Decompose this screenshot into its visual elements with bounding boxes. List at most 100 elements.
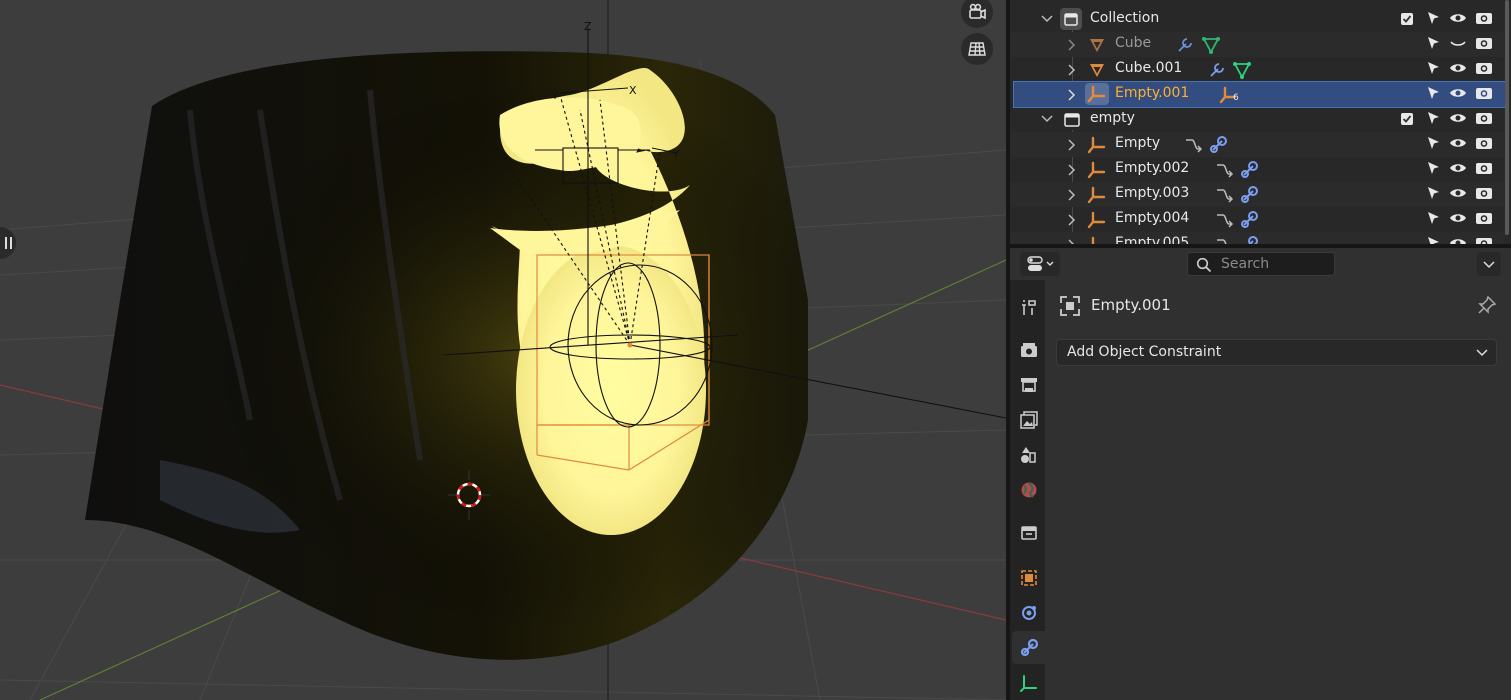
expand-chevron-icon[interactable]: [1067, 39, 1077, 51]
constraint-relation-icon[interactable]: [1214, 210, 1234, 230]
outliner-label: Cube: [1115, 35, 1152, 51]
expand-chevron-icon[interactable]: [1067, 139, 1077, 151]
visibility-eye-icon[interactable]: [1449, 160, 1467, 178]
tab-render[interactable]: [1012, 333, 1045, 366]
outliner-label: Empty.002: [1115, 160, 1190, 176]
hidden-eye-icon[interactable]: [1449, 35, 1467, 53]
render-camera-icon[interactable]: [1475, 160, 1493, 178]
outliner-label: Empty.005: [1115, 235, 1190, 244]
axis-z-label: Z: [584, 20, 592, 33]
mesh-data-icon[interactable]: [1201, 35, 1221, 55]
selectable-arrow-icon[interactable]: [1425, 185, 1443, 203]
outliner-row-empty-003[interactable]: Empty.003: [1010, 182, 1505, 207]
visibility-eye-icon[interactable]: [1449, 85, 1467, 103]
visibility-eye-icon[interactable]: [1449, 135, 1467, 153]
render-camera-icon[interactable]: [1475, 110, 1493, 128]
tab-object-constraint[interactable]: [1012, 631, 1045, 664]
visibility-eye-icon[interactable]: [1449, 10, 1467, 28]
wrench-icon[interactable]: [1207, 60, 1227, 80]
selectable-arrow-icon[interactable]: [1425, 10, 1443, 28]
selectable-arrow-icon[interactable]: [1425, 135, 1443, 153]
constraint-relation-icon[interactable]: [1214, 185, 1234, 205]
editor-type-menu[interactable]: [1020, 252, 1060, 276]
add-object-constraint-dropdown[interactable]: Add Object Constraint: [1056, 339, 1497, 366]
render-camera-icon[interactable]: [1475, 85, 1493, 103]
search-input[interactable]: Search: [1187, 252, 1335, 276]
outliner-panel[interactable]: Collection Cube Cube.001 Empty.001 6 emp…: [1010, 0, 1511, 244]
tab-tool[interactable]: [1012, 290, 1045, 323]
outliner-row-empty-collection[interactable]: empty: [1010, 107, 1505, 132]
outliner-row-empty[interactable]: Empty: [1010, 132, 1505, 157]
options-dropdown[interactable]: [1477, 252, 1501, 276]
constraint-relation-icon[interactable]: [1214, 235, 1234, 244]
visibility-eye-icon[interactable]: [1449, 60, 1467, 78]
expand-chevron-icon[interactable]: [1067, 214, 1077, 226]
constraint-relation-icon[interactable]: [1183, 135, 1203, 155]
exclude-checkbox[interactable]: [1400, 110, 1418, 128]
collection-icon: [1062, 110, 1082, 130]
visibility-eye-icon[interactable]: [1449, 110, 1467, 128]
grid-view-icon[interactable]: [961, 33, 993, 65]
object-constraint-icon[interactable]: [1208, 135, 1228, 155]
viewport-scene[interactable]: Z X Y Y: [0, 0, 1006, 700]
tab-view-layer[interactable]: [1012, 403, 1045, 436]
visibility-eye-icon[interactable]: [1449, 235, 1467, 244]
empty-object-icon: [1085, 83, 1109, 105]
selectable-arrow-icon[interactable]: [1425, 35, 1443, 53]
selectable-arrow-icon[interactable]: [1425, 110, 1443, 128]
outliner-row-cube-001[interactable]: Cube.001: [1010, 57, 1505, 82]
selectable-arrow-icon[interactable]: [1425, 60, 1443, 78]
physics-icon: [1021, 605, 1036, 620]
object-constraint-icon[interactable]: [1239, 185, 1259, 205]
expand-chevron-icon[interactable]: [1067, 64, 1077, 76]
expand-chevron-icon[interactable]: [1067, 189, 1077, 201]
pin-icon[interactable]: [1477, 295, 1497, 319]
selectable-arrow-icon[interactable]: [1425, 160, 1443, 178]
exclude-checkbox[interactable]: [1400, 10, 1418, 28]
visibility-eye-icon[interactable]: [1449, 210, 1467, 228]
render-camera-icon[interactable]: [1475, 60, 1493, 78]
render-camera-icon[interactable]: [1475, 235, 1493, 244]
render-camera-icon[interactable]: [1475, 185, 1493, 203]
wrench-icon[interactable]: [1175, 35, 1195, 55]
object-constraint-icon[interactable]: [1239, 235, 1259, 244]
outliner-row-empty-005[interactable]: Empty.005: [1010, 232, 1505, 244]
tab-object-data[interactable]: [1012, 666, 1045, 699]
tab-object[interactable]: [1012, 561, 1045, 594]
render-camera-icon[interactable]: [1475, 35, 1493, 53]
selectable-arrow-icon[interactable]: [1425, 85, 1443, 103]
mesh-data-icon[interactable]: [1232, 60, 1252, 80]
expand-chevron-icon[interactable]: [1067, 164, 1077, 176]
outliner-row-cube[interactable]: Cube: [1010, 32, 1505, 57]
tab-collection[interactable]: [1012, 516, 1045, 549]
visibility-eye-icon[interactable]: [1449, 185, 1467, 203]
outliner-scrollbar[interactable]: [1505, 0, 1509, 235]
expand-chevron-icon[interactable]: [1067, 89, 1077, 101]
mesh-object-icon: [1087, 35, 1107, 55]
empty-object-icon: [1087, 185, 1107, 205]
outliner-row-empty-002[interactable]: Empty.002: [1010, 157, 1505, 182]
object-constraint-icon[interactable]: [1239, 210, 1259, 230]
render-icon: [1020, 342, 1037, 357]
render-camera-icon[interactable]: [1475, 210, 1493, 228]
outliner-row-empty-004[interactable]: Empty.004: [1010, 207, 1505, 232]
chevron-down-icon: [1476, 349, 1488, 357]
render-camera-icon[interactable]: [1475, 135, 1493, 153]
tab-scene[interactable]: [1012, 438, 1045, 471]
empty-object-icon: [1087, 235, 1107, 244]
outliner-row-empty-001[interactable]: Empty.001 6: [1013, 81, 1506, 108]
outliner-row-collection[interactable]: Collection: [1010, 7, 1505, 32]
collapse-chevron-icon[interactable]: [1041, 114, 1053, 124]
selectable-arrow-icon[interactable]: [1425, 210, 1443, 228]
tab-physics[interactable]: [1012, 596, 1045, 629]
tab-output[interactable]: [1012, 368, 1045, 401]
properties-editor[interactable]: Search Empty.001 Add Object Constraint: [1010, 248, 1511, 700]
selectable-arrow-icon[interactable]: [1425, 235, 1443, 244]
tab-world[interactable]: [1012, 473, 1045, 506]
render-camera-icon[interactable]: [1475, 10, 1493, 28]
constraint-relation-icon[interactable]: [1214, 160, 1234, 180]
collection-icon: [1060, 8, 1082, 30]
collapse-chevron-icon[interactable]: [1041, 14, 1053, 24]
3d-viewport[interactable]: Z X Y Y: [0, 0, 1006, 700]
object-constraint-icon[interactable]: [1239, 160, 1259, 180]
